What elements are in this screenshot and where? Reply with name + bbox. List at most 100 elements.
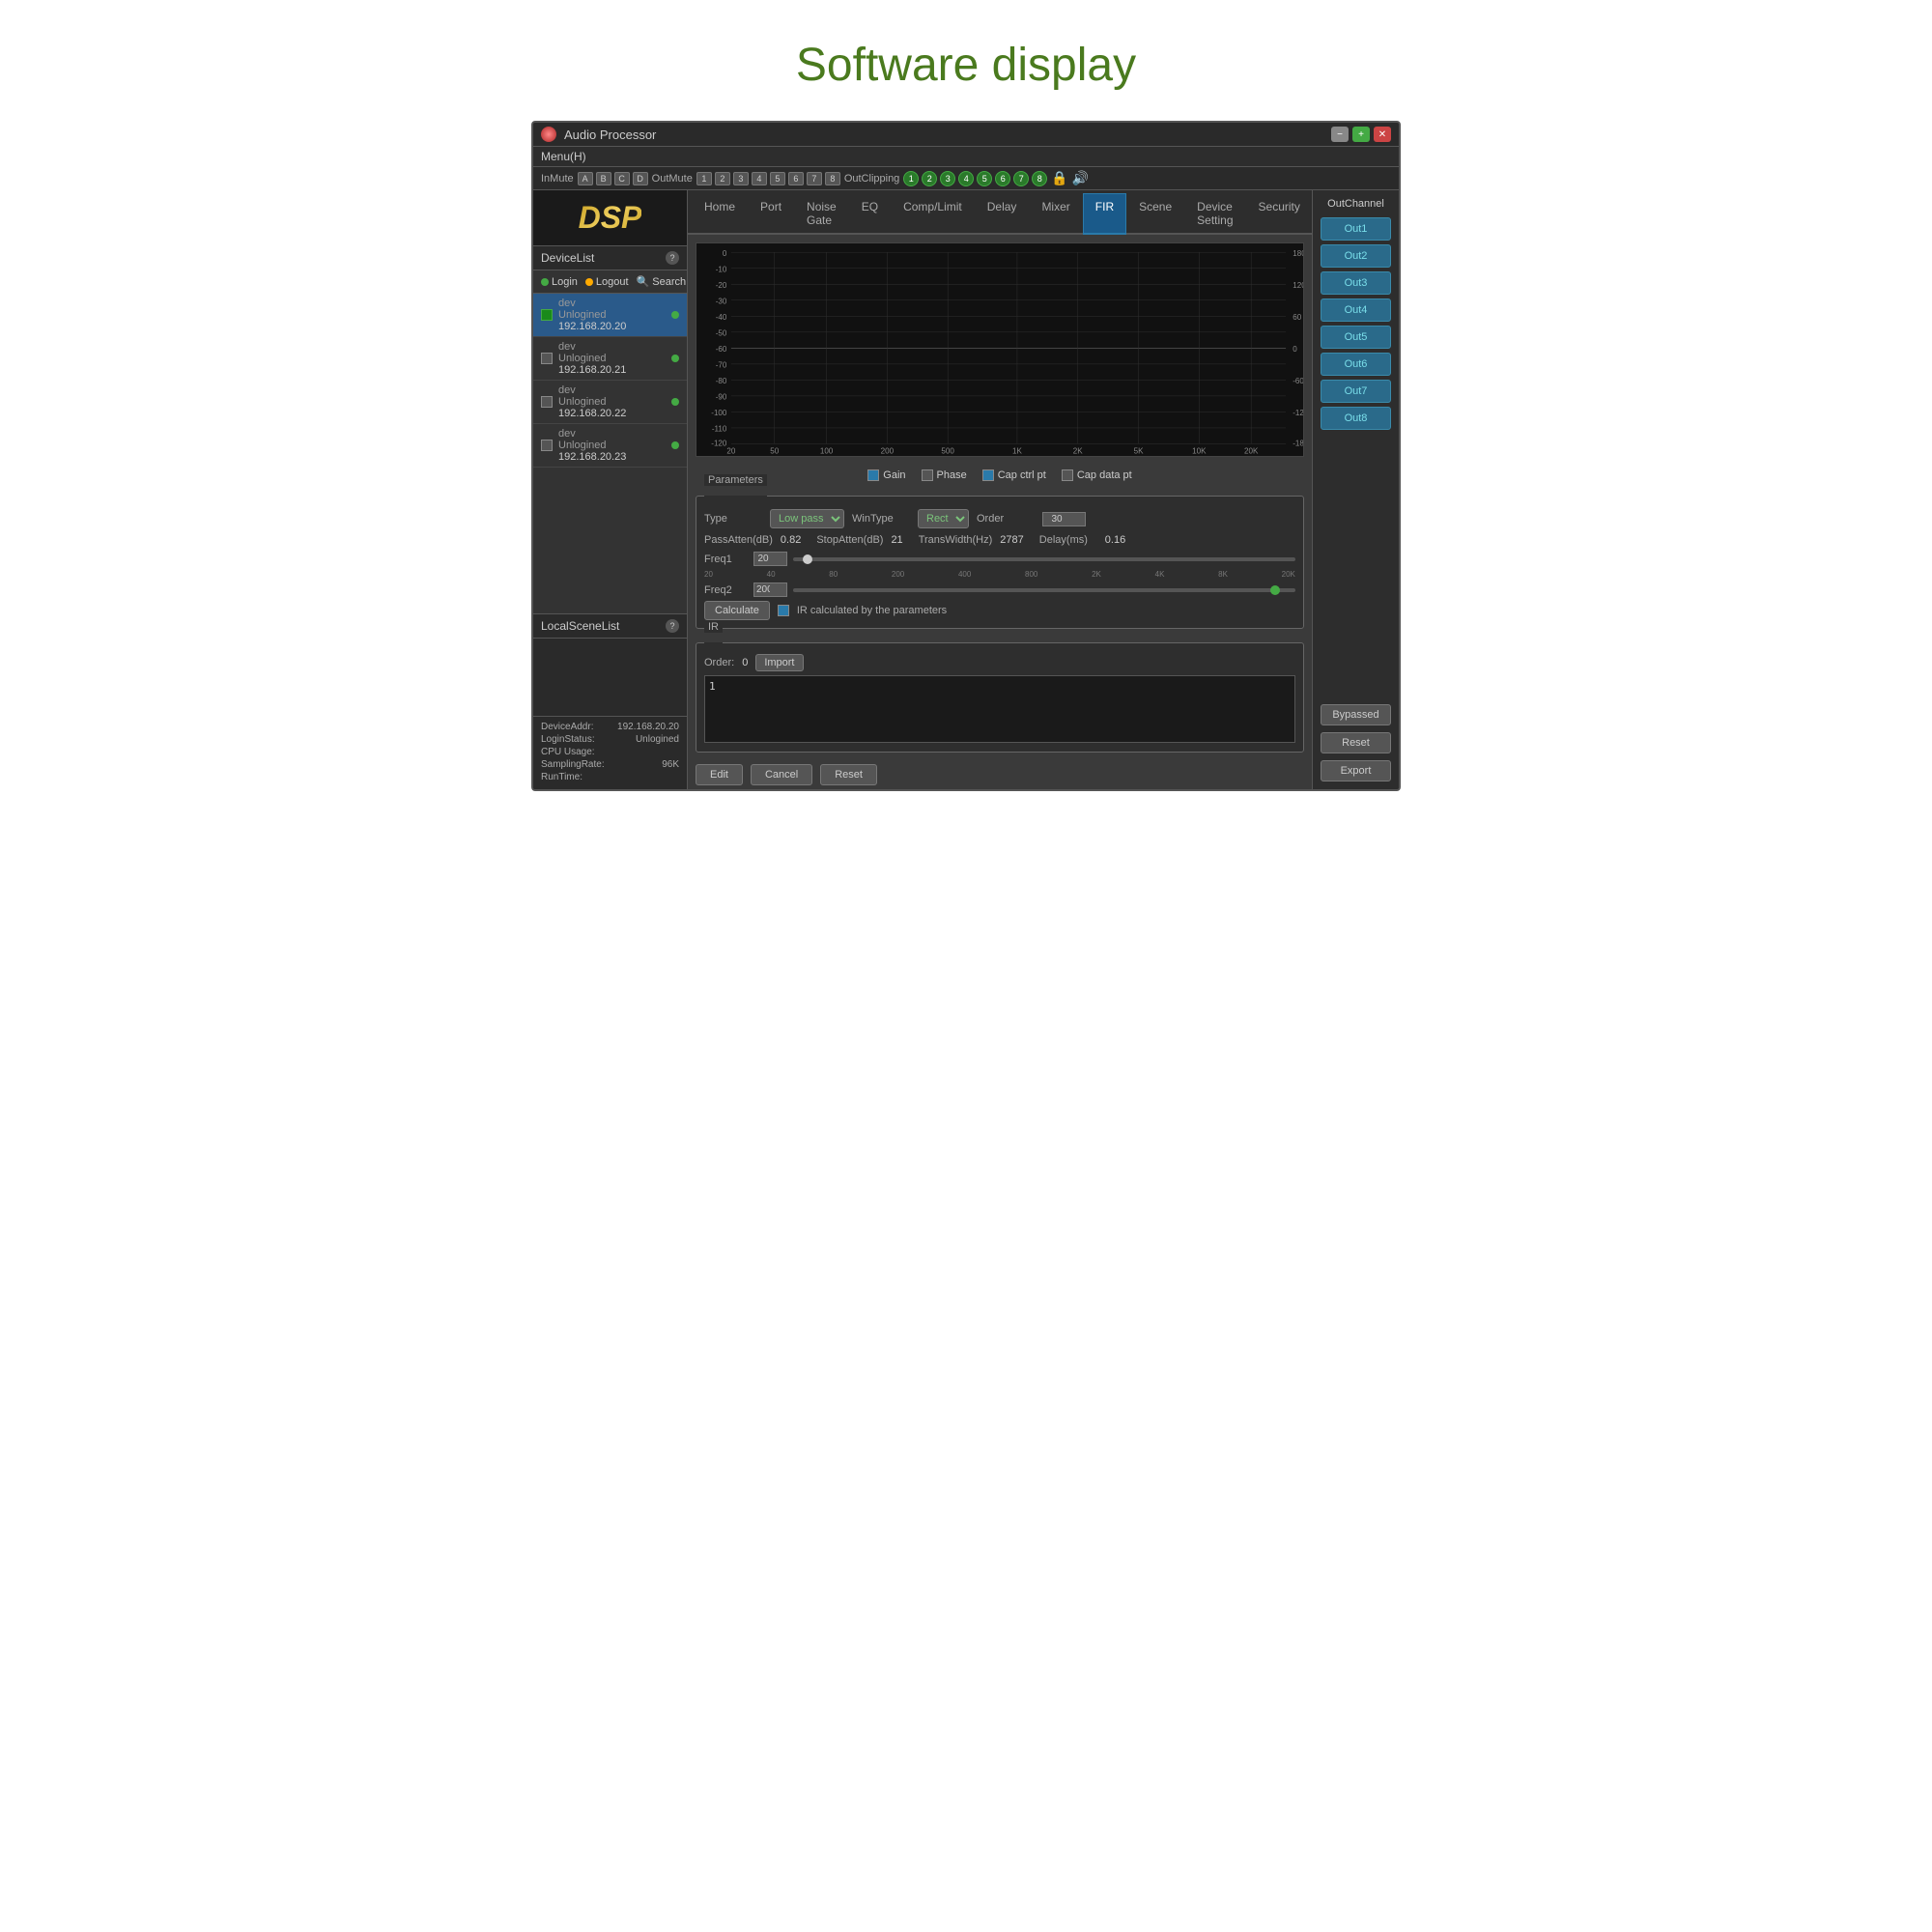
device-item[interactable]: dev Unlogined 192.168.20.22 — [533, 381, 687, 424]
inmute-c[interactable]: C — [614, 172, 630, 185]
device-name: dev — [558, 298, 666, 309]
export-button[interactable]: Export — [1321, 760, 1391, 781]
reset-right-button[interactable]: Reset — [1321, 732, 1391, 753]
cap-ctrl-checkbox-item[interactable]: Cap ctrl pt — [982, 469, 1046, 481]
login-button[interactable]: Login — [541, 275, 578, 288]
tab-fir[interactable]: FIR — [1083, 193, 1126, 235]
transwidth-label: TransWidth(Hz) — [919, 534, 993, 546]
outmute-6[interactable]: 6 — [788, 172, 804, 185]
out3-button[interactable]: Out3 — [1321, 271, 1391, 295]
tab-eq[interactable]: EQ — [849, 193, 891, 233]
chart-container: 0 -10 -20 -30 -40 -50 -60 -70 -80 -90 -1… — [696, 242, 1304, 457]
clip-8: 8 — [1032, 171, 1047, 186]
device-name: dev — [558, 341, 666, 353]
freq1-input[interactable] — [753, 552, 787, 566]
inmute-b[interactable]: B — [596, 172, 611, 185]
device-item[interactable]: dev Unlogined 192.168.20.20 — [533, 294, 687, 337]
tab-security[interactable]: Security — [1246, 193, 1312, 233]
freq2-input[interactable] — [753, 582, 787, 597]
outmute-3[interactable]: 3 — [733, 172, 749, 185]
device-checkbox[interactable] — [541, 353, 553, 364]
outmute-5[interactable]: 5 — [770, 172, 785, 185]
out7-button[interactable]: Out7 — [1321, 380, 1391, 403]
out8-button[interactable]: Out8 — [1321, 407, 1391, 430]
outmute-7[interactable]: 7 — [807, 172, 822, 185]
calculate-button[interactable]: Calculate — [704, 601, 770, 620]
type-select[interactable]: Low pass — [770, 509, 844, 528]
minimize-button[interactable]: − — [1331, 127, 1349, 142]
search-label: Search — [652, 276, 686, 288]
tab-noise-gate[interactable]: Noise Gate — [794, 193, 849, 233]
localscene-help-icon[interactable]: ? — [666, 619, 679, 633]
edit-button[interactable]: Edit — [696, 764, 743, 785]
parameters-legend: Parameters — [704, 474, 767, 486]
gain-checkbox[interactable] — [867, 469, 879, 481]
login-dot — [541, 278, 549, 286]
tab-comp-limit[interactable]: Comp/Limit — [891, 193, 975, 233]
inmute-a[interactable]: A — [578, 172, 593, 185]
devicelist-help-icon[interactable]: ? — [666, 251, 679, 265]
search-icon: 🔍 — [637, 275, 650, 288]
svg-text:-100: -100 — [711, 409, 727, 417]
svg-text:-110: -110 — [712, 425, 727, 434]
order-input[interactable] — [1042, 512, 1086, 526]
calc-checkbox[interactable] — [778, 605, 789, 616]
freq2-slider-track[interactable] — [793, 588, 1295, 592]
svg-text:-20: -20 — [716, 281, 727, 290]
tab-scene[interactable]: Scene — [1126, 193, 1184, 233]
phase-checkbox[interactable] — [922, 469, 933, 481]
freq1-slider-thumb[interactable] — [803, 554, 812, 564]
lock-icon[interactable]: 🔒 — [1051, 170, 1067, 186]
outmute-2[interactable]: 2 — [715, 172, 730, 185]
gain-checkbox-item[interactable]: Gain — [867, 469, 905, 481]
type-row: Type Low pass WinType Rect Order — [704, 509, 1295, 528]
search-button[interactable]: 🔍 Search — [637, 275, 687, 288]
out1-button[interactable]: Out1 — [1321, 217, 1391, 241]
tab-delay[interactable]: Delay — [975, 193, 1030, 233]
out5-button[interactable]: Out5 — [1321, 326, 1391, 349]
ir-textarea[interactable]: 1 — [704, 675, 1295, 743]
svg-text:120: 120 — [1293, 281, 1303, 290]
tab-mixer[interactable]: Mixer — [1029, 193, 1082, 233]
cap-data-checkbox[interactable] — [1062, 469, 1073, 481]
freq1-slider-track[interactable] — [793, 557, 1295, 561]
footer-cpu: CPU Usage: — [541, 747, 679, 757]
cap-data-checkbox-item[interactable]: Cap data pt — [1062, 469, 1132, 481]
import-button[interactable]: Import — [755, 654, 803, 671]
cap-ctrl-checkbox[interactable] — [982, 469, 994, 481]
bypassed-button[interactable]: Bypassed — [1321, 704, 1391, 725]
tab-port[interactable]: Port — [748, 193, 794, 233]
phase-checkbox-item[interactable]: Phase — [922, 469, 967, 481]
maximize-button[interactable]: + — [1352, 127, 1370, 142]
logout-button[interactable]: Logout — [585, 275, 629, 288]
menu-item[interactable]: Menu(H) — [541, 150, 586, 163]
inmute-d[interactable]: D — [633, 172, 648, 185]
outmute-8[interactable]: 8 — [825, 172, 840, 185]
clip-4: 4 — [958, 171, 974, 186]
cancel-button[interactable]: Cancel — [751, 764, 812, 785]
device-checkbox[interactable] — [541, 440, 553, 451]
reset-button[interactable]: Reset — [820, 764, 877, 785]
right-panel: OutChannel Out1 Out2 Out3 Out4 Out5 Out6… — [1312, 190, 1399, 789]
device-checkbox[interactable] — [541, 309, 553, 321]
out6-button[interactable]: Out6 — [1321, 353, 1391, 376]
outmute-1[interactable]: 1 — [696, 172, 712, 185]
device-name: dev — [558, 384, 666, 396]
close-button[interactable]: ✕ — [1374, 127, 1391, 142]
device-ip: 192.168.20.23 — [558, 451, 666, 463]
out2-button[interactable]: Out2 — [1321, 244, 1391, 268]
wintype-select[interactable]: Rect — [918, 509, 969, 528]
device-item[interactable]: dev Unlogined 192.168.20.21 — [533, 337, 687, 381]
speaker-icon[interactable]: 🔊 — [1072, 170, 1089, 186]
device-item[interactable]: dev Unlogined 192.168.20.23 — [533, 424, 687, 468]
tab-device-setting[interactable]: Device Setting — [1184, 193, 1245, 233]
tab-home[interactable]: Home — [692, 193, 748, 233]
svg-text:5K: 5K — [1134, 446, 1144, 455]
out4-button[interactable]: Out4 — [1321, 298, 1391, 322]
device-checkbox[interactable] — [541, 396, 553, 408]
outmute-4[interactable]: 4 — [752, 172, 767, 185]
freq2-slider-thumb[interactable] — [1270, 585, 1280, 595]
outmute-label: OutMute — [652, 173, 693, 185]
dsp-logo-text: DSP — [579, 200, 642, 235]
status-bar: InMute A B C D OutMute 1 2 3 4 5 6 7 8 O… — [533, 167, 1399, 190]
